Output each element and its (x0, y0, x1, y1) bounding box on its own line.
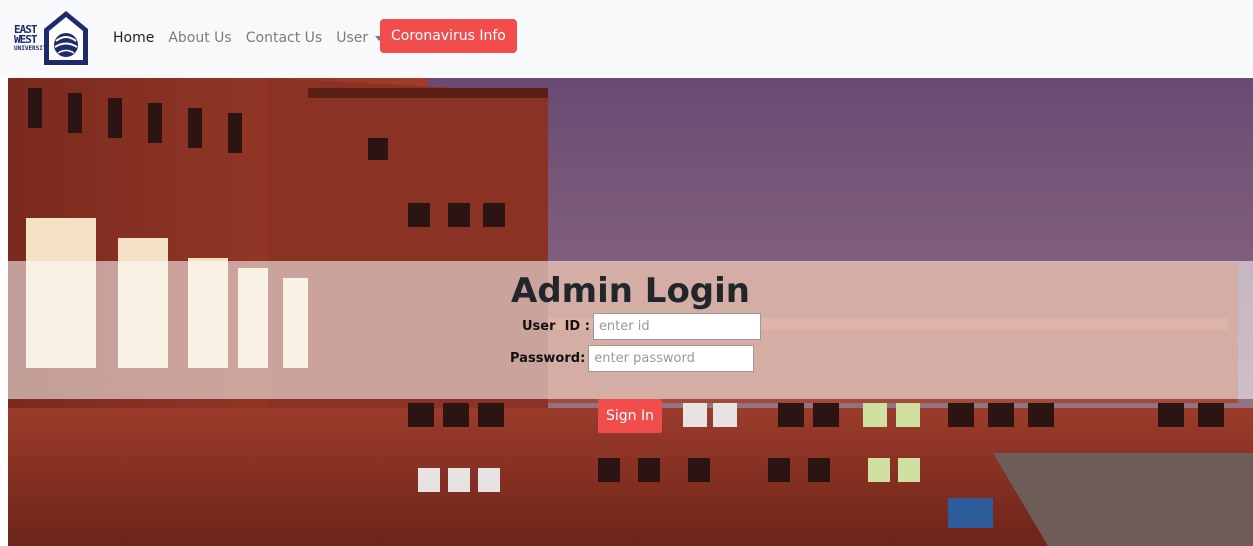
nav-home-link[interactable]: Home (113, 27, 154, 49)
password-input[interactable]: enter password (588, 345, 755, 372)
hero-section: Admin Login User ID : enter id Password:… (8, 78, 1253, 546)
navbar: EAST WEST UNIVERSITY Home About Us Conta… (0, 0, 1253, 78)
admin-login-title: Admin Login (511, 271, 750, 311)
sign-in-button[interactable]: Sign In (598, 399, 662, 433)
logo-wordmark: EAST WEST UNIVERSITY (14, 24, 51, 52)
logo-line-west: WEST (14, 32, 37, 46)
password-row: Password: enter password (510, 345, 755, 372)
password-label: Password: (510, 351, 586, 366)
nav-links: Home About Us Contact Us User (113, 27, 397, 49)
nav-contact-link[interactable]: Contact Us (246, 27, 322, 49)
nav-user-label: User (336, 30, 369, 46)
login-page: EAST WEST UNIVERSITY Home About Us Conta… (0, 0, 1253, 546)
coronavirus-info-button[interactable]: Coronavirus Info (380, 19, 517, 53)
nav-user-dropdown[interactable]: User (336, 27, 384, 49)
university-logo[interactable]: EAST WEST UNIVERSITY (14, 9, 92, 67)
nav-about-link[interactable]: About Us (168, 27, 231, 49)
house-emblem-icon (44, 11, 88, 65)
logo-line-university: UNIVERSITY (14, 44, 51, 52)
user-id-input[interactable]: enter id (592, 313, 761, 340)
user-id-row: User ID : enter id (522, 313, 761, 340)
user-id-label: User ID : (522, 319, 590, 334)
